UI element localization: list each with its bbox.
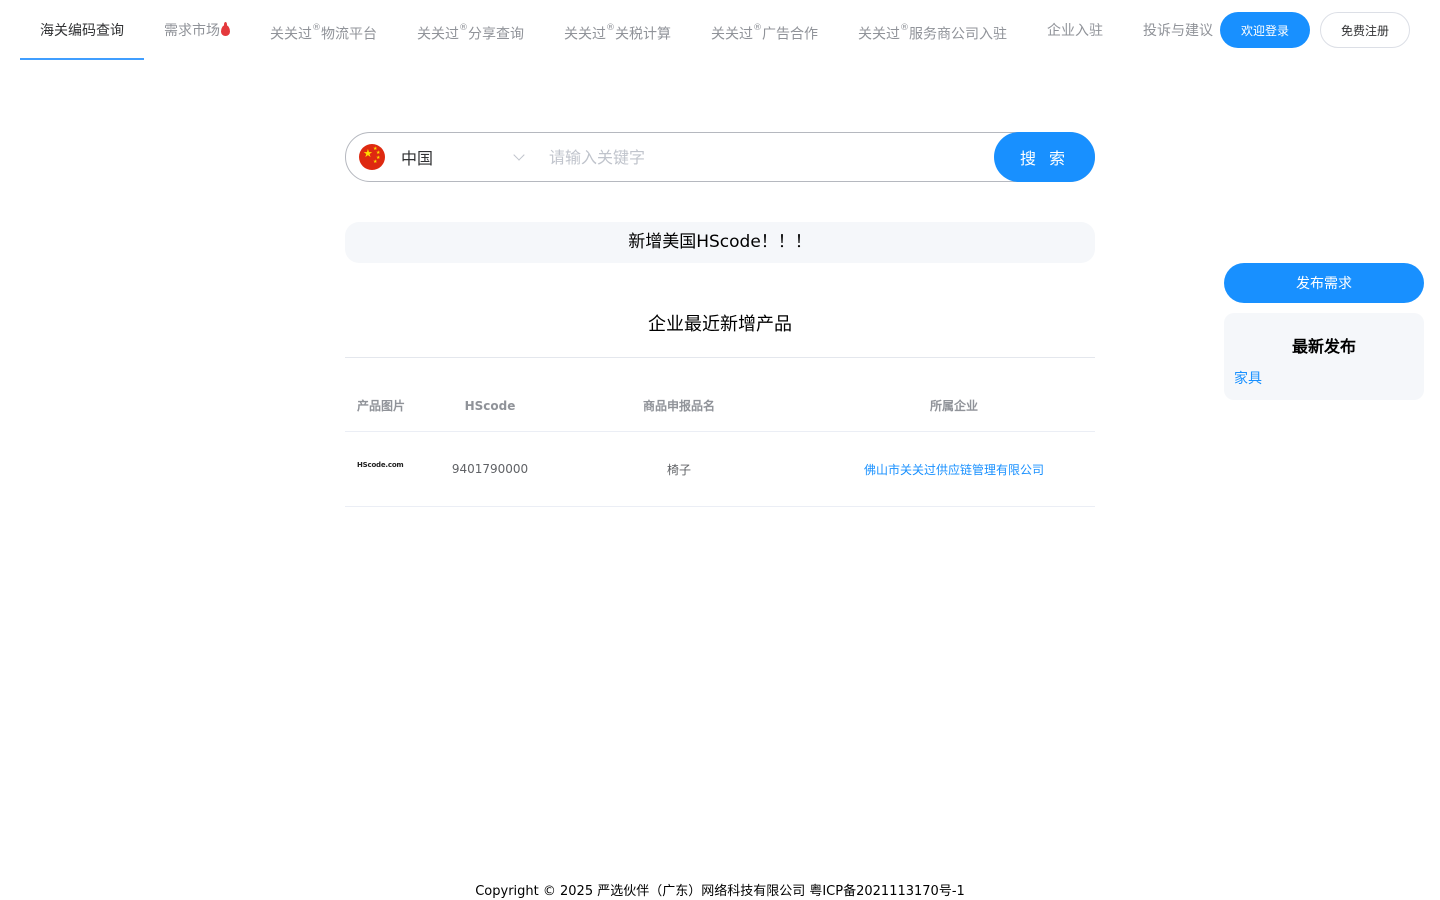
table-row: HScode.com 9401790000 椅子 佛山市关关过供应链管理有限公司 <box>345 432 1095 507</box>
footer-copyright: Copyright © 2025 严选伙伴（广东）网络科技有限公司 粤ICP备2… <box>475 884 965 899</box>
product-image-logo: HScode.com <box>357 461 404 469</box>
chevron-down-icon[interactable] <box>513 148 525 161</box>
search-bar: ★ ★ ★ ★ ★ 中国 搜 索 <box>345 132 1095 182</box>
hot-flame-icon <box>221 22 230 36</box>
products-table: 产品图片 HScode 商品申报品名 所属企业 HScode.com 94017… <box>345 380 1095 507</box>
register-button[interactable]: 免费注册 <box>1320 12 1410 48</box>
table-header: 产品图片 HScode 商品申报品名 所属企业 <box>345 380 1095 432</box>
nav-ad-cooperation[interactable]: 关关过®广告合作 <box>691 0 838 60</box>
divider <box>345 357 1095 358</box>
top-nav: 海关编码查询 需求市场 关关过®物流平台 关关过®分享查询 关关过®关税计算 关… <box>20 0 1233 60</box>
header-name: 商品申报品名 <box>642 399 715 413</box>
nav-provider-join[interactable]: 关关过®服务商公司入驻 <box>838 0 1027 60</box>
latest-panel: 最新发布 家具 <box>1224 313 1424 400</box>
section-title: 企业最近新增产品 <box>648 314 792 335</box>
header-company: 所属企业 <box>929 399 978 413</box>
nav-logistics-platform[interactable]: 关关过®物流平台 <box>250 0 397 60</box>
header-image: 产品图片 <box>357 399 406 413</box>
country-select[interactable]: 中国 <box>401 145 509 169</box>
nav-enterprise-join[interactable]: 企业入驻 <box>1027 0 1123 60</box>
company-link[interactable]: 佛山市关关过供应链管理有限公司 <box>864 463 1044 477</box>
login-button[interactable]: 欢迎登录 <box>1220 12 1310 48</box>
nav-demand-market[interactable]: 需求市场 <box>144 0 250 60</box>
nav-share-query[interactable]: 关关过®分享查询 <box>397 0 544 60</box>
latest-title: 最新发布 <box>1291 337 1356 356</box>
cell-hscode: 9401790000 <box>451 462 529 476</box>
nav-complaints[interactable]: 投诉与建议 <box>1123 0 1233 60</box>
notice-banner: 新增美国HScode！！！ <box>345 222 1095 263</box>
cell-name: 椅子 <box>666 462 691 477</box>
auth-buttons: 欢迎登录 免费注册 <box>1220 12 1410 48</box>
search-button[interactable]: 搜 索 <box>994 132 1095 182</box>
nav-hscode-query[interactable]: 海关编码查询 <box>20 0 144 60</box>
publish-demand-button[interactable]: 发布需求 <box>1224 263 1424 303</box>
header-hscode: HScode <box>464 398 516 413</box>
china-flag-icon: ★ ★ ★ ★ ★ <box>359 144 385 170</box>
nav-tariff-calculator[interactable]: 关关过®关税计算 <box>544 0 691 60</box>
cell-company: 佛山市关关过供应链管理有限公司 <box>813 461 1095 478</box>
latest-item[interactable]: 家具 <box>1234 368 1424 388</box>
